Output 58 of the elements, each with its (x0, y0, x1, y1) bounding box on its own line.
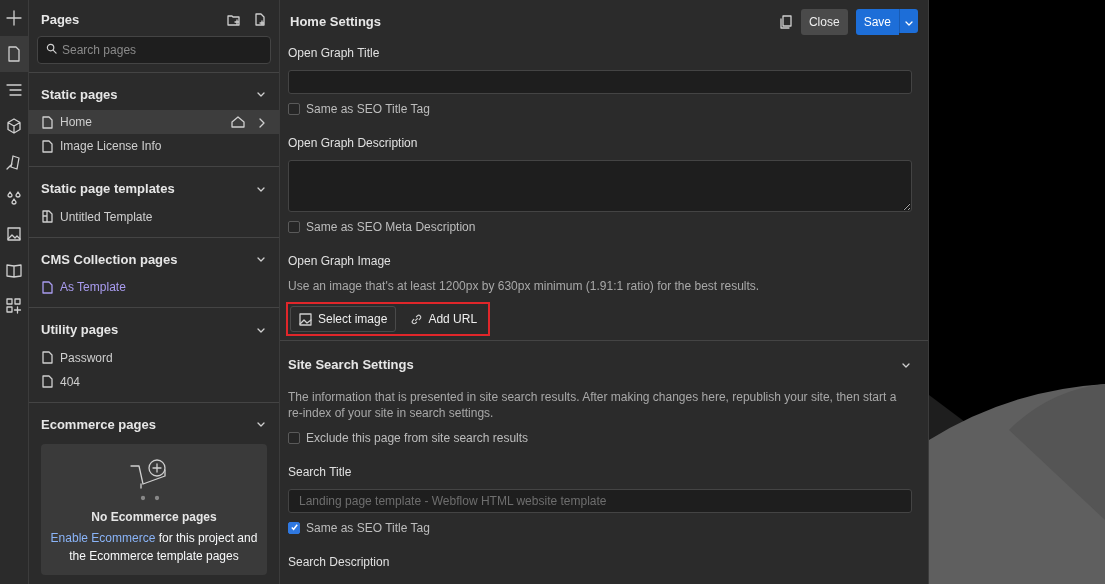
checkbox[interactable] (288, 103, 300, 115)
field-label: Open Graph Title (288, 45, 381, 62)
select-image-button[interactable]: Select image (290, 306, 397, 332)
panel-title: Home Settings (290, 13, 382, 32)
checkbox-label: Same as SEO Title Tag (306, 101, 430, 118)
new-page-icon[interactable] (253, 12, 267, 27)
image-icon (299, 312, 312, 326)
help-text: The information that is presented in site search results. After making changes here, republish your site, then start a re-index of your site in search settings. (288, 388, 898, 421)
page-item[interactable]: 404 (29, 369, 279, 394)
page-icon (41, 139, 54, 153)
field-label: Open Graph Description (288, 135, 419, 152)
copy-icon[interactable] (778, 15, 793, 29)
paint-icon (5, 152, 23, 171)
page-icon (41, 210, 54, 223)
checkbox[interactable] (288, 221, 300, 233)
close-button[interactable]: Close (800, 9, 848, 35)
image-icon (5, 224, 23, 243)
apps-icon (5, 296, 23, 315)
page-item[interactable]: Password (29, 345, 279, 370)
text-field[interactable] (288, 70, 912, 94)
cube-icon (5, 116, 23, 135)
page-item[interactable]: Home (29, 110, 279, 134)
section-title: Utility pages (41, 321, 120, 339)
page-item[interactable]: Image License Info (29, 134, 279, 158)
page-icon (41, 375, 54, 388)
section-title: Site Search Settings (288, 356, 415, 374)
checkbox-label: Exclude this page from site search results (306, 429, 529, 447)
checkbox[interactable] (288, 521, 300, 534)
checkbox-label: Same as SEO Title Tag (306, 519, 430, 537)
plus-icon (5, 8, 23, 27)
section-title: Ecommerce pages (41, 415, 157, 434)
empty-text: Enable Ecommerce for this project and the Ecommerce template pages (49, 530, 259, 565)
section-title: CMS Collection pages (41, 250, 179, 269)
chevron-right-icon[interactable] (257, 117, 267, 128)
search-field[interactable]: Search pages (37, 35, 271, 64)
field-label: Search Title (288, 463, 353, 481)
section-title: Static page templates (41, 180, 176, 198)
field-label: Search Description (288, 553, 391, 571)
checkbox[interactable] (288, 431, 300, 444)
page-icon (5, 44, 23, 63)
dropdown-button[interactable] (899, 9, 918, 33)
help-text: Use an image that's at least 1200px by 630px minimum (1.91:1 ratio) for the best results. (288, 278, 761, 294)
page-icon (41, 351, 54, 364)
text-field[interactable]: Landing page template - Webflow HTML website template (288, 488, 912, 513)
new-folder-icon[interactable] (227, 12, 241, 27)
checkbox-label: Same as SEO Meta Description (306, 219, 476, 236)
page-item[interactable]: As Template (29, 275, 279, 299)
enable-link[interactable]: Enable Ecommerce (50, 531, 156, 545)
page-item[interactable]: Untitled Template (29, 204, 279, 229)
save-button[interactable]: Save (855, 9, 899, 35)
link-icon (411, 313, 423, 325)
page-icon (41, 280, 54, 294)
page-icon (41, 115, 54, 129)
field-label: Open Graph Image (288, 253, 392, 270)
panel-title: Pages (41, 11, 81, 29)
empty-heading: No Ecommerce pages (91, 509, 217, 526)
section-title: Static pages (41, 85, 119, 104)
tool-button[interactable] (0, 36, 28, 72)
